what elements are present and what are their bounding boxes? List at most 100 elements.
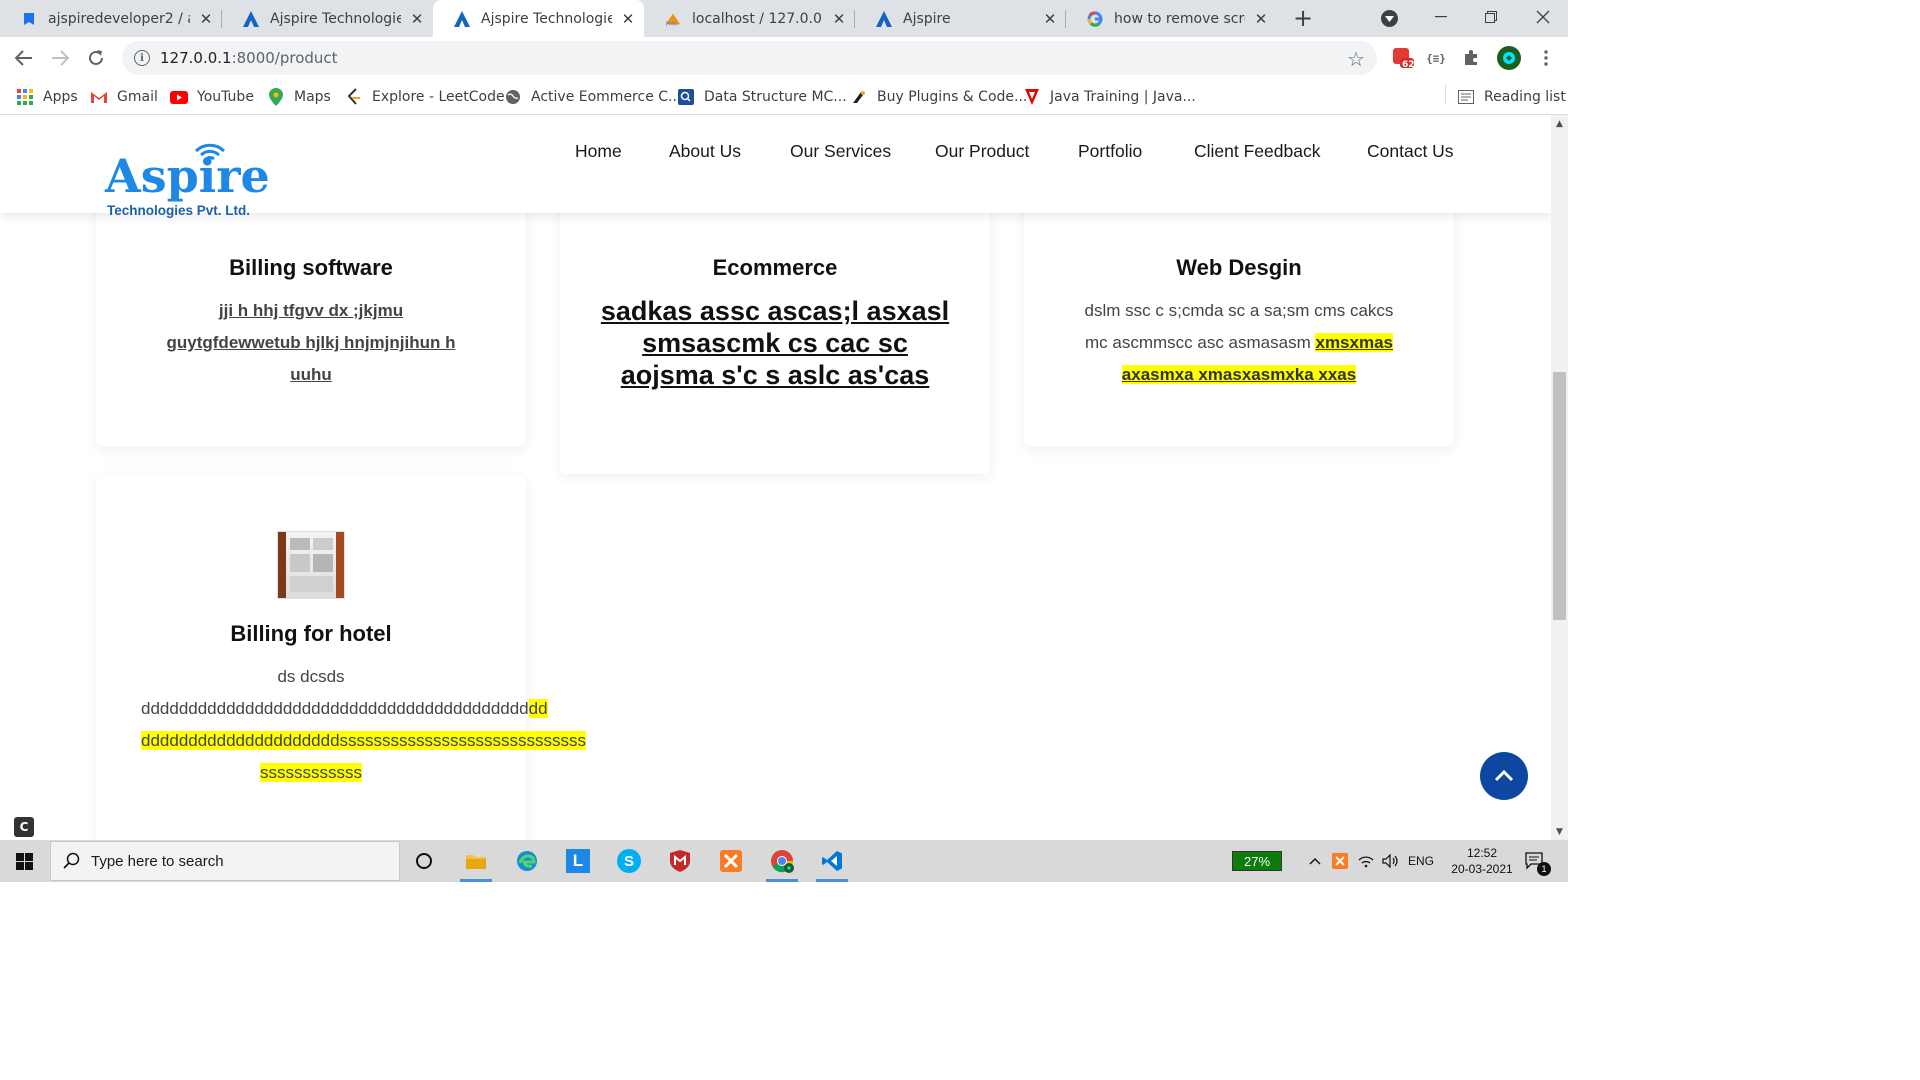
xampp-icon[interactable] [711,844,751,878]
url-text[interactable]: 127.0.0.1:8000/product [160,49,338,67]
tab-phpmyadmin[interactable]: PMA localhost / 127.0.0.1 / ajspire ✕ [644,0,855,37]
codecanyon-icon [850,88,868,106]
mcafee-shield-icon[interactable] [660,844,700,878]
nav-our-product[interactable]: Our Product [935,141,1029,162]
file-explorer-icon[interactable] [456,844,496,882]
tab-ajspire-1[interactable]: Ajspire Technologies Pvt. Ltd. ✕ [222,0,433,37]
windows-logo-icon [15,852,33,870]
java-training-icon [1023,88,1041,106]
bookmark-data-structure[interactable]: Data Structure MC... [677,85,847,109]
bookmark-active-ecommerce[interactable]: Active Eommerce C... [504,85,681,109]
close-icon[interactable]: ✕ [1253,10,1269,28]
close-icon[interactable]: ✕ [620,10,636,28]
extension-red-icon[interactable]: 62 [1392,47,1415,70]
nav-contact-us[interactable]: Contact Us [1367,141,1454,162]
product-description: ds dcsds ddddddddddddddddddddddddddddddd… [141,667,587,782]
product-description: dslm ssc c s;cmda sc a sa;sm cms cakcs m… [1084,301,1394,384]
tab-strip: ajspiredeveloper2 / ajspire ✕ Ajspire Te… [0,0,1568,37]
tab-ajspire-2[interactable]: Ajspire ✕ [855,0,1066,37]
svg-text:PMA: PMA [666,21,678,27]
nav-client-feedback[interactable]: Client Feedback [1194,141,1320,162]
restore-button[interactable] [1466,0,1516,33]
close-icon[interactable]: ✕ [198,10,214,28]
scrollbar-thumb[interactable] [1553,372,1566,620]
bookmark-maps[interactable]: Maps [267,85,331,109]
phpmyadmin-favicon-icon: PMA [664,10,682,28]
address-bar[interactable]: i 127.0.0.1:8000/product ☆ [122,41,1377,75]
ajspire-favicon-icon [875,10,893,28]
floating-widget-icon[interactable]: C [14,817,34,837]
nav-our-services[interactable]: Our Services [790,141,891,162]
reading-list-button[interactable]: Reading list [1457,85,1566,109]
edge-browser-icon[interactable] [507,844,547,878]
site-info-icon[interactable]: i [134,50,150,66]
close-icon[interactable]: ✕ [409,10,425,28]
bookmark-gmail[interactable]: Gmail [90,85,158,109]
bookmark-leetcode[interactable]: Explore - LeetCode [345,85,505,109]
apps-grid-icon [16,88,34,106]
close-window-button[interactable] [1518,0,1568,33]
scroll-to-top-button[interactable] [1480,752,1528,800]
nav-about-us[interactable]: About Us [669,141,741,162]
nav-portfolio[interactable]: Portfolio [1078,141,1142,162]
chrome-taskbar-icon[interactable] [762,844,802,882]
tab-search-icon[interactable] [1381,10,1398,27]
language-indicator[interactable]: ENG [1408,840,1434,882]
bookmark-buy-plugins[interactable]: Buy Plugins & Code... [850,85,1027,109]
scroll-down-arrow-icon[interactable]: ▼ [1551,823,1568,840]
gmail-icon [90,88,108,106]
taskbar-search-box[interactable]: Type here to search [50,841,400,881]
product-title: Web Desgin [1176,255,1302,280]
bookmark-java-training[interactable]: Java Training | Java... [1023,85,1196,109]
tab-ajspire-active[interactable]: Ajspire Technologies Pvt. Ltd. ✕ [433,0,644,37]
show-hidden-icons-chevron-icon[interactable] [1309,840,1321,882]
cortana-icon[interactable] [404,844,444,878]
site-header: Aspire Technologies Pvt. Ltd. Home About… [0,115,1551,218]
product-description: sadkas assc ascas;l asxasl smsascmk cs c… [600,296,950,390]
search-icon [63,852,80,869]
close-icon[interactable]: ✕ [1042,10,1058,28]
product-description: jji h hhj tfgvv dx ;jkjmu guytgfdewwetub… [166,301,456,384]
bookmark-apps[interactable]: Apps [16,85,78,109]
page-scrollbar[interactable]: ▲ ▼ [1551,115,1568,840]
l-app-icon[interactable]: L [558,844,598,878]
wifi-tray-icon[interactable] [1358,840,1374,882]
json-viewer-extension-icon[interactable]: {≡} [1425,47,1447,69]
logo-tagline: Technologies Pvt. Ltd. [107,203,251,218]
browser-toolbar: i 127.0.0.1:8000/product ☆ 62 {≡} [0,37,1568,79]
bookmark-star-icon[interactable]: ☆ [1347,47,1365,71]
chevron-up-icon [1494,770,1514,782]
new-tab-button[interactable]: + [1290,4,1316,32]
back-arrow-icon[interactable] [12,46,36,70]
skype-icon[interactable]: S [609,844,649,878]
leetcode-icon [345,88,363,106]
reading-list-icon [1457,88,1475,106]
bookmark-youtube[interactable]: YouTube [170,85,254,109]
vscode-icon[interactable] [812,844,852,882]
product-card[interactable]: Billing for hotel ds dcsds ddddddddddddd… [96,476,587,840]
scroll-up-arrow-icon[interactable]: ▲ [1551,115,1568,132]
ajspire-favicon-icon [242,10,260,28]
profile-avatar[interactable] [1496,45,1522,71]
chrome-menu-icon[interactable] [1535,47,1557,69]
close-icon[interactable]: ✕ [831,10,847,28]
reload-icon[interactable] [84,46,108,70]
clock[interactable]: 12:52 20-03-2021 [1443,840,1521,882]
ajspire-favicon-icon [453,10,471,28]
xampp-tray-icon[interactable] [1332,840,1348,882]
windows-taskbar: Type here to search L S 27% ENG 12:52 20… [0,840,1568,882]
product-image [277,531,345,599]
battery-indicator[interactable]: 27% [1232,840,1282,882]
tab-google-search[interactable]: how to remove screenshot ✕ [1066,0,1277,37]
notification-center-icon[interactable]: 1 [1525,840,1551,882]
google-icon [1086,10,1104,28]
site-logo[interactable]: Aspire Technologies Pvt. Ltd. [103,141,273,221]
bookmarks-bar: Apps Gmail YouTube Maps Explore - LeetCo… [0,79,1568,115]
forward-arrow-icon[interactable] [48,46,72,70]
minimize-button[interactable] [1416,0,1466,33]
start-button[interactable] [0,840,48,882]
tab-github[interactable]: ajspiredeveloper2 / ajspire ✕ [0,0,222,37]
nav-home[interactable]: Home [575,141,622,162]
extensions-puzzle-icon[interactable] [1460,47,1482,69]
volume-icon[interactable] [1382,840,1400,882]
